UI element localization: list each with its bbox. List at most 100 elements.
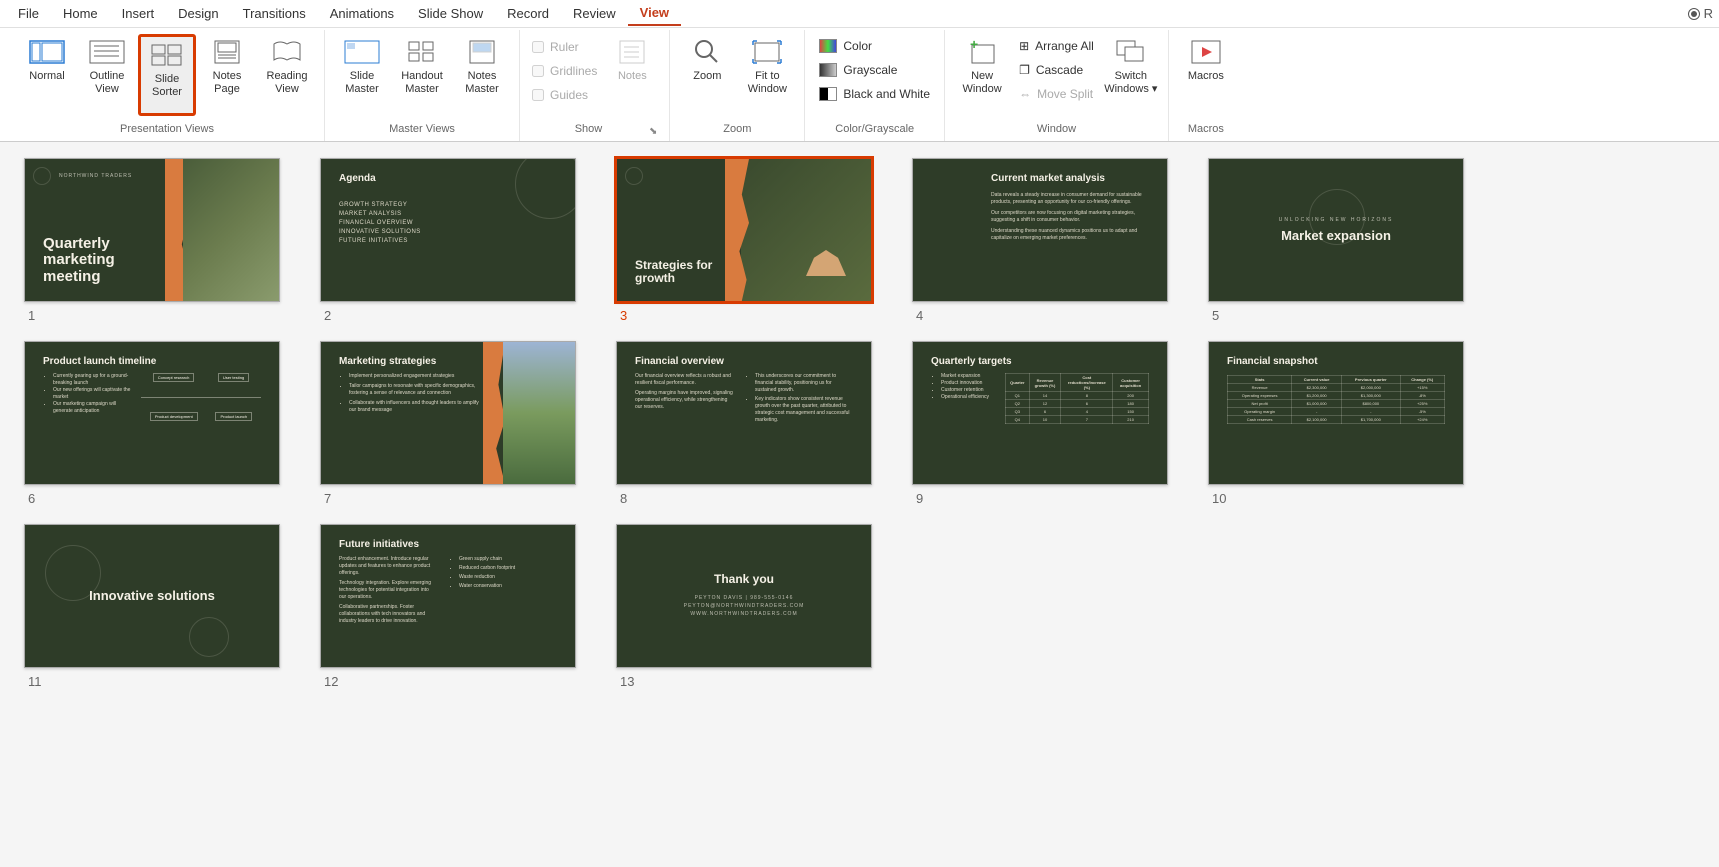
tab-review[interactable]: Review (561, 2, 628, 25)
cascade-button[interactable]: ❐Cascade (1013, 60, 1100, 80)
tab-animations[interactable]: Animations (318, 2, 406, 25)
slide-number: 9 (912, 491, 1168, 506)
menubar: File Home Insert Design Transitions Anim… (0, 0, 1719, 28)
notes-page-icon (209, 38, 245, 66)
group-label-zoom: Zoom (678, 123, 796, 139)
move-split-button: ⇔Move Split (1013, 84, 1100, 104)
slide-number: 10 (1208, 491, 1464, 506)
chevron-down-icon: ▾ (1152, 83, 1158, 95)
slide-content: Innovative solutions (24, 524, 280, 668)
tab-slideshow[interactable]: Slide Show (406, 2, 495, 25)
group-master-views: Slide Master Handout Master Notes Master… (325, 30, 520, 141)
fit-to-window-button[interactable]: Fit to Window (738, 34, 796, 116)
slide-thumbnail[interactable]: Product launch timeline Currently gearin… (24, 341, 280, 506)
slide-content: Quarterly targets Market expansionProduc… (912, 341, 1168, 485)
macros-button[interactable]: Macros (1177, 34, 1235, 116)
handout-master-button[interactable]: Handout Master (393, 34, 451, 116)
tab-record[interactable]: Record (495, 2, 561, 25)
switch-windows-icon (1113, 38, 1149, 66)
bw-icon (819, 87, 837, 101)
slide-thumbnail[interactable]: Current market analysisData reveals a st… (912, 158, 1168, 323)
slide-sorter-button[interactable]: Slide Sorter (138, 34, 196, 116)
tab-insert[interactable]: Insert (110, 2, 167, 25)
slide-thumbnail[interactable]: Thank youPEYTON DAVIS | 989-555-0146PEYT… (616, 524, 872, 689)
slide-thumbnail[interactable]: AgendaGROWTH STRATEGYMARKET ANALYSISFINA… (320, 158, 576, 323)
group-label-master-views: Master Views (333, 123, 511, 139)
tab-view[interactable]: View (628, 1, 681, 26)
guides-checkbox[interactable]: Guides (528, 86, 601, 104)
tab-transitions[interactable]: Transitions (231, 2, 318, 25)
slide-content: Product launch timeline Currently gearin… (24, 341, 280, 485)
new-window-button[interactable]: + New Window (953, 34, 1011, 116)
slide-thumbnail[interactable]: NORTHWIND TRADERS Quarterly marketing me… (24, 158, 280, 323)
notes-master-button[interactable]: Notes Master (453, 34, 511, 116)
cascade-icon: ❐ (1019, 63, 1030, 77)
svg-text:+: + (970, 39, 978, 52)
slide-thumbnail[interactable]: Quarterly targets Market expansionProduc… (912, 341, 1168, 506)
slide-number: 6 (24, 491, 280, 506)
group-macros: Macros Macros (1169, 30, 1243, 141)
notes-icon (614, 38, 650, 66)
slide-content: Current market analysisData reveals a st… (912, 158, 1168, 302)
slide-content: Financial overview Our financial overvie… (616, 341, 872, 485)
new-window-icon: + (964, 38, 1000, 66)
slide-number: 4 (912, 308, 1168, 323)
gridlines-checkbox[interactable]: Gridlines (528, 62, 601, 80)
slide-thumbnail[interactable]: Financial snapshot StatsCurrent valuePre… (1208, 341, 1464, 506)
grayscale-button[interactable]: Grayscale (813, 60, 936, 80)
slide-thumbnail[interactable]: UNLOCKING NEW HORIZONSMarket expansion 5 (1208, 158, 1464, 323)
arrange-all-button[interactable]: ⊞Arrange All (1013, 36, 1100, 56)
show-dialog-launcher[interactable]: ⬊ (649, 126, 661, 137)
tab-file[interactable]: File (6, 2, 51, 25)
group-window: + New Window ⊞Arrange All ❐Cascade ⇔Move… (945, 30, 1169, 141)
switch-windows-button[interactable]: Switch Windows ▾ (1102, 34, 1160, 116)
ribbon-view: Normal Outline View Slide Sorter Notes P… (0, 28, 1719, 142)
black-white-button[interactable]: Black and White (813, 84, 936, 104)
slide-thumbnail[interactable]: Innovative solutions 11 (24, 524, 280, 689)
slide-thumbnail[interactable]: Future initiatives Product enhancement. … (320, 524, 576, 689)
group-presentation-views: Normal Outline View Slide Sorter Notes P… (10, 30, 325, 141)
group-label-presentation-views: Presentation Views (18, 123, 316, 139)
slide-content: Strategies for growth (616, 158, 872, 302)
slide-number: 8 (616, 491, 872, 506)
color-icon (819, 39, 837, 53)
color-button[interactable]: Color (813, 36, 936, 56)
arrange-icon: ⊞ (1019, 39, 1029, 53)
slide-thumbnail[interactable]: Marketing strategies Implement personali… (320, 341, 576, 506)
slide-number: 7 (320, 491, 576, 506)
slide-master-icon (344, 38, 380, 66)
slide-master-button[interactable]: Slide Master (333, 34, 391, 116)
slide-thumbnail[interactable]: Strategies for growth 3 (616, 158, 872, 323)
recording-indicator[interactable]: R (1688, 6, 1713, 21)
zoom-button[interactable]: Zoom (678, 34, 736, 116)
slide-content: NORTHWIND TRADERS Quarterly marketing me… (24, 158, 280, 302)
group-label-macros: Macros (1177, 123, 1235, 139)
slide-content: Marketing strategies Implement personali… (320, 341, 576, 485)
notes-page-button[interactable]: Notes Page (198, 34, 256, 116)
handout-master-icon (404, 38, 440, 66)
tab-home[interactable]: Home (51, 2, 110, 25)
fit-window-icon (749, 38, 785, 66)
outline-view-button[interactable]: Outline View (78, 34, 136, 116)
tab-design[interactable]: Design (166, 2, 230, 25)
group-label-color: Color/Grayscale (813, 123, 936, 139)
slide-content: UNLOCKING NEW HORIZONSMarket expansion (1208, 158, 1464, 302)
outline-view-icon (89, 38, 125, 66)
slide-number: 1 (24, 308, 280, 323)
group-zoom: Zoom Fit to Window Zoom (670, 30, 805, 141)
slide-sorter-area[interactable]: NORTHWIND TRADERS Quarterly marketing me… (0, 142, 1719, 867)
normal-view-button[interactable]: Normal (18, 34, 76, 116)
group-label-show: Show (528, 123, 649, 139)
notes-button: Notes (603, 34, 661, 116)
slide-number: 12 (320, 674, 576, 689)
slide-number: 2 (320, 308, 576, 323)
zoom-icon (689, 38, 725, 66)
move-split-icon: ⇔ (1019, 87, 1031, 101)
slide-thumbnail[interactable]: Financial overview Our financial overvie… (616, 341, 872, 506)
group-color-grayscale: Color Grayscale Black and White Color/Gr… (805, 30, 945, 141)
ruler-checkbox[interactable]: Ruler (528, 38, 601, 56)
macros-icon (1188, 38, 1224, 66)
slide-content: Financial snapshot StatsCurrent valuePre… (1208, 341, 1464, 485)
slide-number: 3 (616, 308, 872, 323)
reading-view-button[interactable]: Reading View (258, 34, 316, 116)
